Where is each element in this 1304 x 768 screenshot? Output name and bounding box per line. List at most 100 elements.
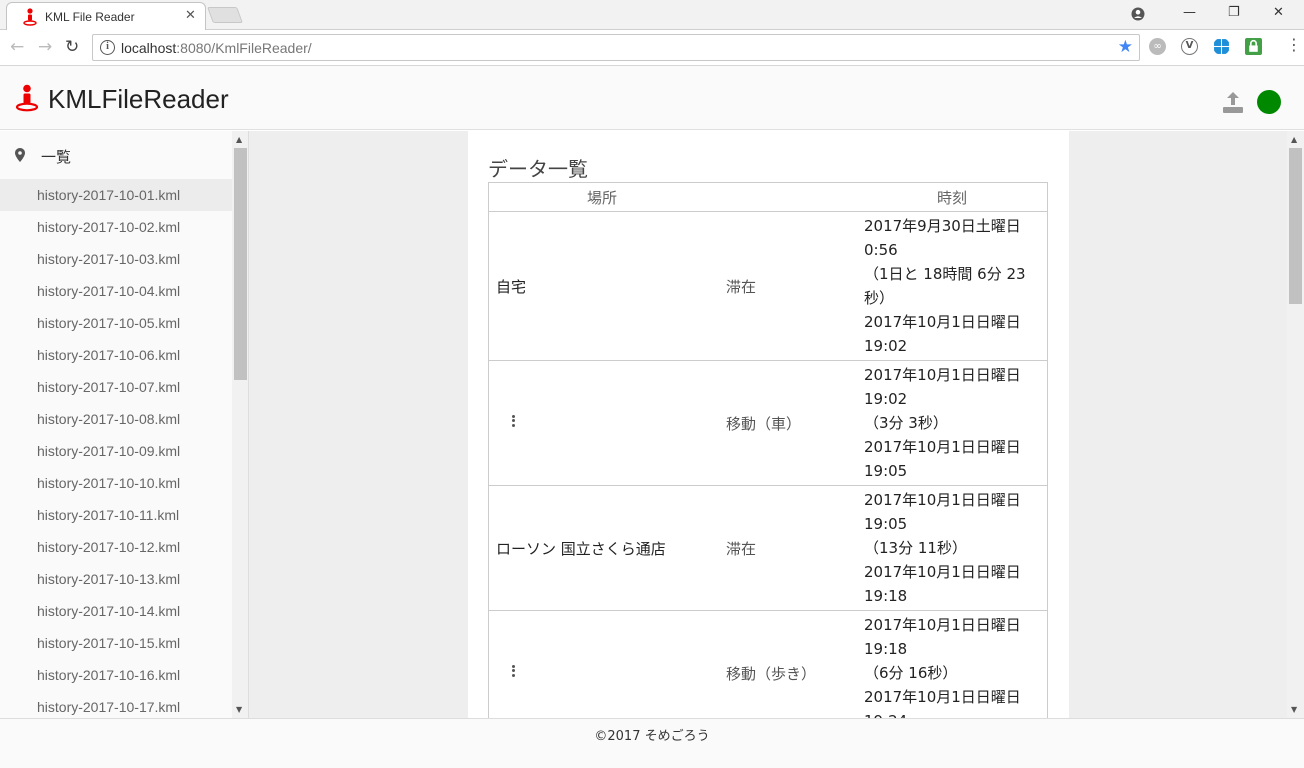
table-row[interactable]: 自宅 滞在 2017年9月30日土曜日 0:56 （1日と 18時間 6分 23秒） 2… (488, 211, 1048, 361)
file-list-item[interactable]: history-2017-10-03.kml (0, 243, 232, 275)
new-tab-button[interactable] (207, 7, 243, 23)
table-body: 自宅 滞在 2017年9月30日土曜日 0:56 （1日と 18時間 6分 23秒） 2… (488, 211, 1048, 718)
time-start: 2017年9月30日土曜日 0:56 (864, 217, 1021, 259)
windows-extension-icon[interactable] (1213, 38, 1230, 55)
file-list: history-2017-10-01.kml history-2017-10-02… (0, 179, 232, 718)
place-cell: ローソン 国立さくら通店 (488, 485, 716, 611)
time-cell: 2017年10月1日日曜日 19:05 （13分 11秒） 2017年10月1日日曜… (856, 485, 1048, 611)
file-list-item[interactable]: history-2017-10-12.kml (0, 531, 232, 563)
time-end: 2017年10月1日日曜日 19:24 (864, 688, 1021, 718)
file-list-item[interactable]: history-2017-10-13.kml (0, 563, 232, 595)
upload-icon[interactable] (1221, 90, 1245, 114)
time-end: 2017年10月1日日曜日 19:18 (864, 563, 1021, 605)
column-header-blank (716, 182, 856, 212)
vivaldi-extension-icon[interactable]: V (1181, 38, 1198, 55)
app-header: KMLFileReader (0, 66, 1304, 130)
time-cell: 2017年10月1日日曜日 19:18 （6分 16秒） 2017年10月1日日曜日… (856, 610, 1048, 718)
more-vert-icon[interactable] (512, 664, 516, 679)
connection-status-indicator (1257, 90, 1281, 114)
column-header-place: 場所 (488, 182, 716, 212)
activity-type-cell: 移動（歩き） (716, 610, 856, 718)
sidebar-heading: 一覧 (41, 148, 72, 166)
activity-type-cell: 滞在 (716, 485, 856, 611)
url-text[interactable]: localhost:8080/KmlFileReader/ (121, 40, 312, 56)
table-header-row: 場所 時刻 (488, 182, 1048, 212)
copyright-text: ©2017 そめごろう (594, 729, 710, 744)
place-cell (488, 360, 716, 486)
time-start: 2017年10月1日日曜日 19:02 (864, 366, 1021, 408)
tab-bar: KML File Reader ✕ — ❐ ✕ (0, 0, 1304, 30)
activity-type-cell: 滞在 (716, 211, 856, 361)
file-list-item[interactable]: history-2017-10-16.kml (0, 659, 232, 691)
main-scroll-thumb[interactable] (1289, 148, 1302, 304)
minimize-button[interactable]: — (1183, 5, 1196, 20)
time-duration: （6分 16秒） (864, 664, 958, 682)
file-list-item[interactable]: history-2017-10-15.kml (0, 627, 232, 659)
main-scrollbar[interactable]: ▲ ▼ (1287, 131, 1304, 718)
place-cell: 自宅 (488, 211, 716, 361)
file-list-item[interactable]: history-2017-10-01.kml (0, 179, 232, 211)
lock-extension-icon[interactable] (1245, 38, 1262, 55)
file-list-item[interactable]: history-2017-10-05.kml (0, 307, 232, 339)
time-cell: 2017年10月1日日曜日 19:02 （3分 3秒） 2017年10月1日日曜日 … (856, 360, 1048, 486)
tab-close-icon[interactable]: ✕ (185, 8, 196, 23)
tab-title: KML File Reader (45, 10, 135, 24)
extension-icon[interactable]: ∞ (1149, 38, 1166, 55)
scroll-up-arrow-icon[interactable]: ▲ (236, 135, 242, 144)
file-list-item[interactable]: history-2017-10-14.kml (0, 595, 232, 627)
back-arrow-icon[interactable]: ← (10, 37, 24, 57)
url-host: localhost (121, 40, 177, 56)
account-icon[interactable] (1131, 7, 1145, 21)
time-end: 2017年10月1日日曜日 19:05 (864, 438, 1021, 480)
person-pin-icon (15, 84, 39, 112)
time-start: 2017年10月1日日曜日 19:18 (864, 616, 1021, 658)
time-end: 2017年10月1日日曜日 19:02 (864, 313, 1021, 355)
forward-arrow-icon[interactable]: → (38, 37, 52, 57)
file-list-item[interactable]: history-2017-10-08.kml (0, 403, 232, 435)
file-list-item[interactable]: history-2017-10-09.kml (0, 435, 232, 467)
file-list-item[interactable]: history-2017-10-02.kml (0, 211, 232, 243)
table-row[interactable]: ローソン 国立さくら通店 滞在 2017年10月1日日曜日 19:05 （13分 11… (488, 485, 1048, 611)
more-vert-icon[interactable] (512, 414, 516, 429)
sidebar-scroll-thumb[interactable] (234, 148, 247, 380)
footer: ©2017 そめごろう (0, 718, 1304, 768)
file-list-item[interactable]: history-2017-10-04.kml (0, 275, 232, 307)
close-window-button[interactable]: ✕ (1273, 5, 1284, 20)
time-start: 2017年10月1日日曜日 19:05 (864, 491, 1021, 533)
reload-icon[interactable]: ↻ (65, 37, 79, 57)
app-title: KMLFileReader (48, 84, 229, 114)
scroll-down-arrow-icon[interactable]: ▼ (1291, 705, 1297, 714)
column-header-time: 時刻 (856, 182, 1048, 212)
file-list-item[interactable]: history-2017-10-07.kml (0, 371, 232, 403)
activity-type-cell: 移動（車） (716, 360, 856, 486)
time-cell: 2017年9月30日土曜日 0:56 （1日と 18時間 6分 23秒） 2017年… (856, 211, 1048, 361)
info-icon[interactable]: i (100, 40, 115, 55)
sidebar: 一覧 history-2017-10-01.kml history-2017-10… (0, 131, 249, 718)
file-list-item[interactable]: history-2017-10-06.kml (0, 339, 232, 371)
place-cell (488, 610, 716, 718)
person-pin-icon (23, 8, 37, 26)
sidebar-header: 一覧 (0, 131, 232, 179)
scroll-up-arrow-icon[interactable]: ▲ (1291, 135, 1297, 144)
browser-toolbar: ← → ↻ i localhost:8080/KmlFileReader/ ★ … (0, 30, 1304, 66)
browser-menu-icon[interactable]: ⋮ (1286, 37, 1302, 53)
table-row[interactable]: 移動（車） 2017年10月1日日曜日 19:02 （3分 3秒） 2017年10月1… (488, 360, 1048, 486)
scroll-down-arrow-icon[interactable]: ▼ (236, 705, 242, 714)
file-list-item[interactable]: history-2017-10-17.kml (0, 691, 232, 718)
data-table: 場所 時刻 自宅 滞在 2017年9月30日土曜日 0:56 （1日と 18時間 6分… (488, 182, 1048, 718)
file-list-item[interactable]: history-2017-10-11.kml (0, 499, 232, 531)
address-bar[interactable]: i localhost:8080/KmlFileReader/ ★ (92, 34, 1140, 61)
time-duration: （1日と 18時間 6分 23秒） (864, 265, 1026, 307)
table-row[interactable]: 移動（歩き） 2017年10月1日日曜日 19:18 （6分 16秒） 2017年10… (488, 610, 1048, 718)
browser-window: KML File Reader ✕ — ❐ ✕ ← → ↻ i localhos… (0, 0, 1304, 768)
time-duration: （3分 3秒） (864, 414, 948, 432)
data-list-title: データ一覧 (488, 157, 588, 181)
maximize-button[interactable]: ❐ (1228, 5, 1240, 20)
sidebar-scrollbar[interactable]: ▲ ▼ (232, 131, 248, 718)
bookmark-star-icon[interactable]: ★ (1118, 37, 1133, 57)
browser-tab[interactable]: KML File Reader ✕ (6, 2, 206, 30)
url-path: :8080/KmlFileReader/ (176, 40, 312, 56)
location-pin-icon (15, 148, 25, 162)
file-list-item[interactable]: history-2017-10-10.kml (0, 467, 232, 499)
main-content: データ一覧 場所 時刻 自宅 滞在 2017年9月30日土曜日 0:56 （1日と 1… (249, 131, 1287, 718)
